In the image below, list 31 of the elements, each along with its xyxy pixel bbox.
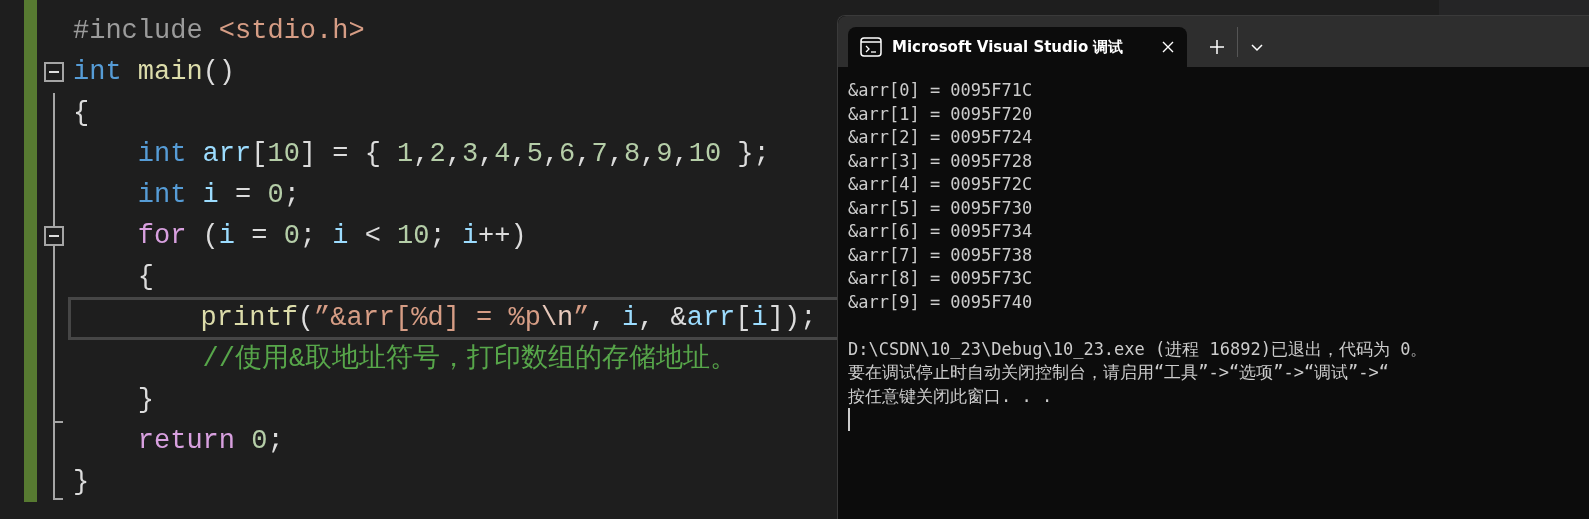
terminal-icon: [860, 37, 882, 57]
console-tab[interactable]: Microsoft Visual Studio 调试: [848, 27, 1188, 67]
code-line: #include <stdio.h>: [72, 15, 365, 48]
output-line: &arr[7] = 0095F738: [848, 243, 1034, 267]
output-line: 要在调试停止时自动关闭控制台，请启用“工具”->“选项”->“调试”->“: [848, 361, 1391, 384]
output-line: &arr[2] = 0095F724: [848, 126, 1034, 149]
code-line: {: [136, 261, 154, 294]
output-line: &arr[6] = 0095F734: [848, 220, 1034, 243]
collapse-icon[interactable]: [44, 62, 64, 82]
collapse-icon[interactable]: [44, 226, 64, 246]
output-line: &arr[0] = 0095F71C: [848, 79, 1034, 102]
close-icon[interactable]: [1161, 40, 1176, 54]
code-line: {: [72, 97, 90, 130]
code-line: return 0;: [136, 425, 284, 458]
code-line: //使用&取地址符号，打印数组的存储地址。: [201, 342, 738, 376]
output-line: D:\CSDN\10_23\Debug\10_23.exe (进程 16892)已退出，代码为 0。: [848, 337, 1429, 361]
code-line: }: [72, 466, 90, 499]
code-line: for (i = 0; i < 10; i++): [136, 220, 527, 253]
code-line: int i = 0;: [136, 179, 300, 212]
code-line: }: [136, 384, 154, 417]
output-line: 按任意键关闭此窗口. . .: [848, 384, 1054, 408]
code-line: int arr[10] = { 1,2,3,4,5,6,7,8,9,10 };: [136, 138, 770, 171]
output-line: &arr[1] = 0095F720: [848, 102, 1034, 126]
output-line: &arr[8] = 0095F73C: [848, 267, 1034, 290]
text-cursor: [848, 408, 850, 431]
output-line: &arr[3] = 0095F728: [848, 149, 1034, 173]
output-line: &arr[4] = 0095F72C: [848, 173, 1034, 196]
plus-icon: [1209, 39, 1226, 55]
code-line: int main(): [72, 56, 236, 89]
chevron-down-icon: [1250, 42, 1265, 52]
output-line: &arr[5] = 0095F730: [848, 196, 1034, 220]
